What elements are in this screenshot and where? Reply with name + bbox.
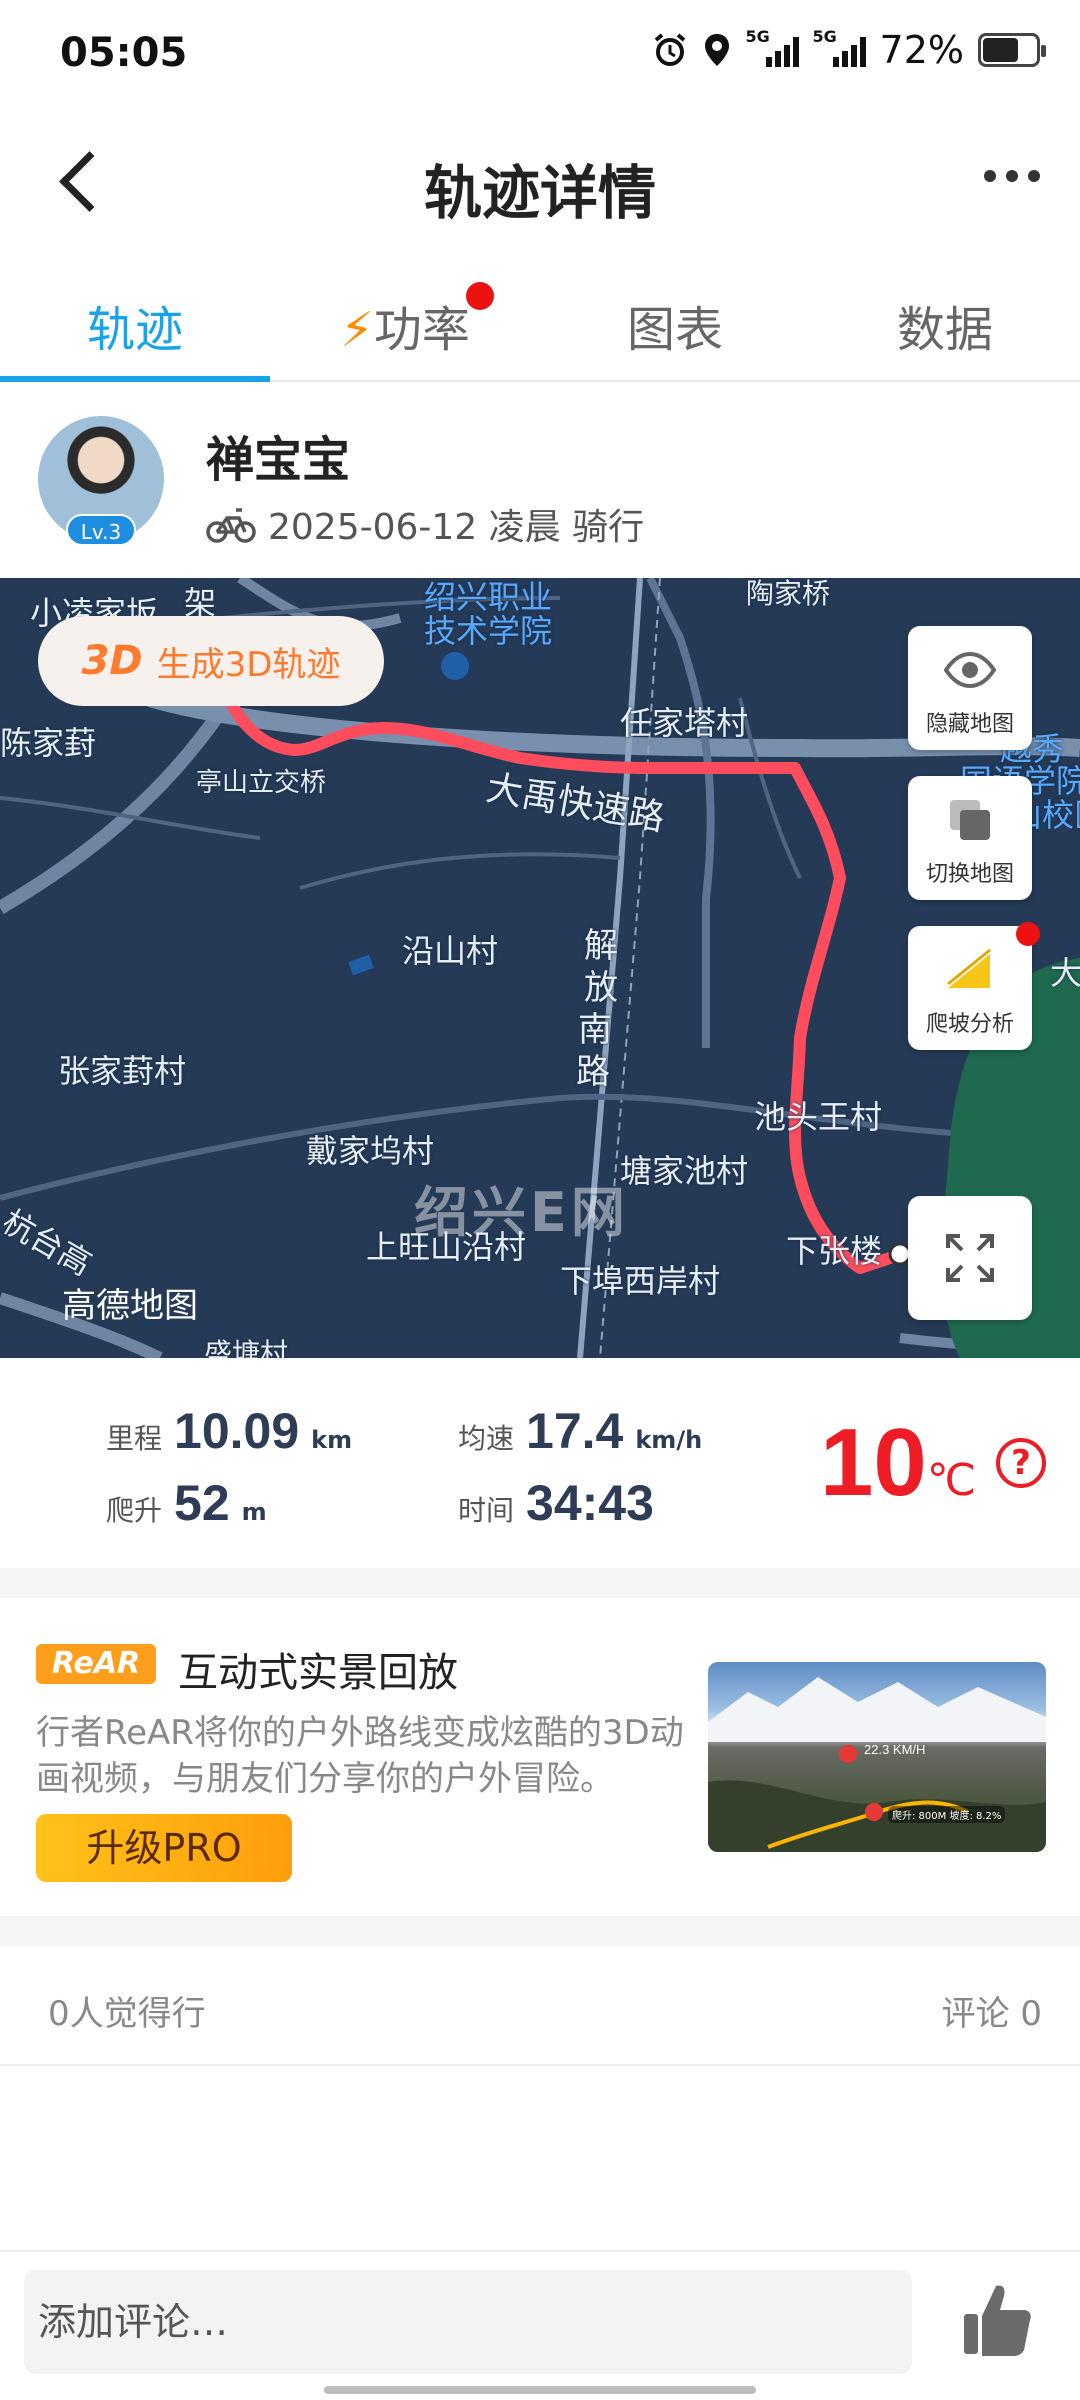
map-label: 塘家池村 — [620, 1152, 749, 1190]
map-label: 张家葑村 — [58, 1052, 187, 1090]
divider — [0, 1916, 1080, 1946]
layers-icon — [950, 800, 990, 840]
home-indicator — [324, 2386, 756, 2394]
map-label: 大 — [1050, 954, 1080, 992]
fullscreen-button[interactable] — [908, 1196, 1032, 1320]
page-title: 轨迹详情 — [423, 159, 656, 227]
climb-chart-icon — [947, 948, 991, 988]
distance-stat: 里程 10.09 km — [106, 1403, 353, 1459]
map-label: 下埠西岸村 — [560, 1262, 721, 1300]
notification-dot — [1016, 922, 1040, 946]
hide-map-button[interactable]: 隐藏地图 — [908, 626, 1032, 750]
duration-stat: 时间 34:43 — [458, 1475, 654, 1531]
generate-3d-button[interactable]: 3D 生成3D轨迹 — [38, 616, 384, 706]
battery-percent: 72% — [879, 28, 964, 72]
map-label: 路 — [576, 1052, 610, 1092]
tab-track[interactable]: 轨迹 — [0, 270, 270, 382]
map-label: 下张楼 — [786, 1232, 883, 1270]
battery-icon — [978, 33, 1046, 67]
climb-stat: 爬升 52 m — [106, 1475, 267, 1531]
activity-date-type: 2025-06-12 凌晨 骑行 — [268, 507, 645, 548]
3d-icon: 3D — [81, 638, 143, 684]
notification-dot — [466, 282, 494, 310]
climb-analysis-button[interactable]: 爬坡分析 — [908, 922, 1040, 1050]
map-label: 盛塘村 — [204, 1337, 289, 1358]
status-bar: 05:05 5G 5G 72% — [0, 0, 1080, 110]
likes-count[interactable]: 0人觉得行 — [48, 1986, 206, 2035]
promo-title: 互动式实景回放 — [178, 1650, 458, 1696]
comments-count[interactable]: 评论 0 — [942, 1986, 1042, 2035]
temperature: 10℃ — [820, 1409, 977, 1516]
eye-icon — [944, 651, 996, 689]
bicycle-icon — [206, 508, 256, 543]
map-provider-logo: 高德地图 — [62, 1286, 198, 1326]
promo-description: 行者ReAR将你的户外路线变成炫酷的3D动画视频，与朋友们分享你的户外冒险。 — [36, 1713, 684, 1799]
map-label: 戴家坞村 — [306, 1132, 435, 1170]
map-label: 陶家桥 — [746, 578, 831, 610]
more-icon[interactable] — [984, 170, 1040, 182]
alarm-icon — [654, 33, 685, 66]
user-name[interactable]: 禅宝宝 — [206, 420, 350, 490]
map-label: 任家塔村 — [620, 704, 749, 742]
comment-input[interactable]: 添加评论… — [24, 2270, 912, 2374]
help-icon[interactable]: ? — [996, 1438, 1046, 1488]
rear-logo: ReAR — [36, 1644, 156, 1684]
map-label: 陈家葑 — [0, 724, 97, 762]
switch-map-button[interactable]: 切换地图 — [908, 776, 1032, 900]
tab-chart[interactable]: 图表 — [540, 270, 810, 380]
tab-power[interactable]: ⚡功率 — [270, 270, 540, 380]
avg-speed-stat: 均速 17.4 km/h — [458, 1403, 703, 1459]
status-time: 05:05 — [60, 30, 188, 76]
signal-icon: 5G — [746, 27, 799, 67]
level-badge: Lv.3 — [66, 514, 136, 546]
user-info: Lv.3 禅宝宝 2025-06-12 凌晨 骑行 — [0, 384, 1080, 578]
route-map[interactable]: 小凌家坂 架 绍兴职业 技术学院 陶家桥 陈家葑 任家塔村 越秀 国语学院 山校… — [0, 578, 1080, 1358]
activity-meta: 2025-06-12 凌晨 骑行 — [206, 498, 644, 550]
divider — [0, 1568, 1080, 1598]
map-label: 亭山立交桥 — [196, 768, 327, 798]
map-label: 沿山村 — [402, 932, 499, 970]
location-icon — [704, 34, 729, 66]
signal-icon: 5G — [813, 27, 866, 67]
tab-bar: 轨迹 ⚡功率 图表 数据 — [0, 270, 1080, 382]
thumbs-up-icon[interactable] — [962, 2280, 1032, 2360]
rear-promo[interactable]: ReAR 互动式实景回放 行者ReAR将你的户外路线变成炫酷的3D动画视频，与朋… — [0, 1598, 1080, 1916]
status-icons: 5G 5G 72% — [652, 27, 1046, 72]
comment-bar: 添加评论… — [0, 2250, 1080, 2400]
lightning-icon: ⚡ — [340, 302, 374, 358]
upgrade-pro-button[interactable]: 升级PRO — [36, 1814, 292, 1882]
app-header: 轨迹详情 — [0, 110, 1080, 260]
watermark: 绍兴E网 — [414, 1181, 629, 1244]
social-row: 0人觉得行 评论 0 — [0, 1946, 1080, 2066]
tab-data[interactable]: 数据 — [810, 270, 1080, 380]
expand-icon — [946, 1234, 994, 1282]
map-label: 技术学院 — [424, 612, 553, 650]
ride-stats: 里程 10.09 km 均速 17.4 km/h 爬升 52 m 时间 34:43 10℃ ? — [0, 1358, 1080, 1568]
promo-thumbnail[interactable]: 22.3 KM/H 爬升: 800M 坡度: 8.2% — [708, 1662, 1046, 1852]
map-label: 池头王村 — [754, 1098, 883, 1136]
